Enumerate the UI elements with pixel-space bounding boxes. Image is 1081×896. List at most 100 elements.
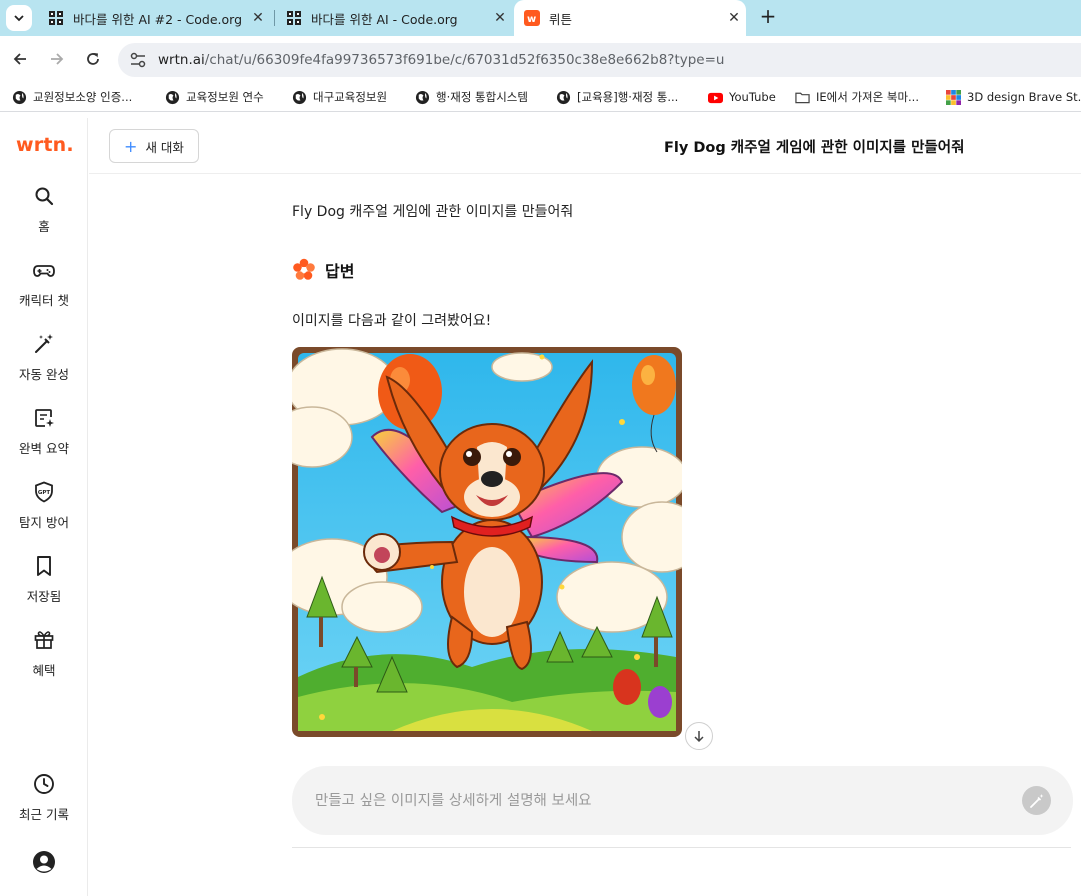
nav-item-benefits[interactable]: 혜택 bbox=[0, 628, 88, 692]
bookmark-label: 3D design Brave St... bbox=[967, 90, 1081, 104]
gift-icon bbox=[34, 631, 54, 649]
flying-dog-illustration bbox=[292, 347, 682, 737]
nav-label: 자동 완성 bbox=[19, 367, 69, 382]
wrtn-flower-icon bbox=[293, 258, 315, 280]
chat-header: + 새 대화 Fly Dog 캐주얼 게임에 관한 이미지를 만들어줘 bbox=[89, 118, 1081, 174]
generate-button[interactable] bbox=[1022, 786, 1051, 815]
browser-tab[interactable]: 바다를 위한 AI - Code.org ✕ bbox=[276, 0, 512, 36]
prompt-composer bbox=[292, 766, 1073, 835]
bookmark-item[interactable]: YouTube bbox=[708, 88, 776, 106]
close-tab-icon[interactable]: ✕ bbox=[488, 10, 512, 26]
new-chat-button[interactable]: + 새 대화 bbox=[109, 129, 199, 163]
arrow-down-icon bbox=[694, 731, 704, 743]
search-icon bbox=[35, 187, 54, 206]
close-tab-icon[interactable]: ✕ bbox=[246, 10, 270, 26]
bookmark-label: 교육정보원 연수 bbox=[186, 90, 264, 104]
tab-search-button[interactable] bbox=[6, 5, 32, 31]
nav-item-character-chat[interactable]: 캐릭터 챗 bbox=[0, 258, 88, 322]
nav-label: 혜택 bbox=[32, 663, 56, 678]
bookmark-label: [교육용]행·재정 통... bbox=[577, 90, 679, 104]
svg-text:GPT: GPT bbox=[38, 490, 51, 496]
folder-icon bbox=[795, 92, 810, 103]
nav-label: 캐릭터 챗 bbox=[19, 293, 69, 308]
globe-icon bbox=[415, 90, 430, 104]
bookmarks-bar: 교원정보소양 인증... 교육정보원 연수 대구교육정보원 행·재정 통합시스템… bbox=[0, 82, 1081, 112]
tab-title: 바다를 위한 AI #2 - Code.org bbox=[73, 11, 243, 27]
nav-item-home[interactable]: 홈 bbox=[0, 184, 88, 248]
nav-label: 저장됨 bbox=[26, 589, 62, 604]
youtube-icon bbox=[708, 92, 723, 103]
nav-item-detection-defense[interactable]: GPT 탐지 방어 bbox=[0, 480, 88, 544]
profile-button[interactable] bbox=[0, 850, 88, 880]
reload-icon bbox=[87, 53, 99, 65]
chevron-down-icon bbox=[14, 15, 24, 22]
globe-icon bbox=[165, 90, 180, 104]
magic-wand-icon bbox=[35, 334, 53, 353]
gpt-shield-icon: GPT bbox=[35, 481, 53, 503]
forward-button[interactable] bbox=[46, 48, 68, 70]
browser-tab-active[interactable]: w 뤼튼 ✕ bbox=[514, 0, 746, 36]
globe-icon bbox=[12, 90, 27, 104]
close-tab-icon[interactable]: ✕ bbox=[722, 10, 746, 26]
nav-item-recent[interactable]: 최근 기록 bbox=[0, 772, 88, 836]
bookmark-item[interactable]: IE에서 가져온 북마... bbox=[795, 88, 919, 106]
bookmark-label: 행·재정 통합시스템 bbox=[436, 90, 528, 104]
bookmark-label: YouTube bbox=[729, 90, 776, 104]
browser-tab-bar: 바다를 위한 AI #2 - Code.org ✕ 바다를 위한 AI - Co… bbox=[0, 0, 1081, 36]
tab-title: 뤼튼 bbox=[549, 11, 573, 27]
reload-button[interactable] bbox=[82, 48, 104, 70]
prompt-input[interactable] bbox=[315, 792, 995, 809]
app-sidebar: wrtn. 홈 캐릭터 챗 자동 완성 완벽 요약 GPT 탐지 방어 저장됨 … bbox=[0, 118, 88, 896]
browser-tab[interactable]: 바다를 위한 AI #2 - Code.org ✕ bbox=[38, 0, 270, 36]
nav-label: 홈 bbox=[38, 219, 50, 234]
user-avatar-icon bbox=[33, 851, 55, 873]
address-bar[interactable]: wrtn.ai/chat/u/66309fe4fa99736573f691be/… bbox=[118, 43, 1081, 77]
bookmark-item[interactable]: 교육정보원 연수 bbox=[165, 88, 264, 106]
nav-item-summary[interactable]: 완벽 요약 bbox=[0, 406, 88, 470]
wrtn-logo[interactable]: wrtn. bbox=[16, 134, 74, 156]
chat-title: Fly Dog 캐주얼 게임에 관한 이미지를 만들어줘 bbox=[664, 140, 965, 156]
nav-item-autocomplete[interactable]: 자동 완성 bbox=[0, 332, 88, 396]
url-text: wrtn.ai/chat/u/66309fe4fa99736573f691be/… bbox=[158, 52, 724, 68]
answer-header: 답변 bbox=[292, 257, 354, 283]
back-button[interactable] bbox=[9, 48, 31, 70]
code-org-icon bbox=[287, 11, 301, 25]
nav-label: 최근 기록 bbox=[19, 807, 69, 822]
bookmark-label: 교원정보소양 인증... bbox=[33, 90, 133, 104]
bookmark-item[interactable]: 3D design Brave St... bbox=[946, 88, 1081, 106]
user-message: Fly Dog 캐주얼 게임에 관한 이미지를 만들어줘 bbox=[292, 204, 574, 220]
bookmark-item[interactable]: 행·재정 통합시스템 bbox=[415, 88, 528, 106]
globe-icon bbox=[292, 90, 307, 104]
document-sparkle-icon bbox=[35, 409, 54, 427]
svg-text:w: w bbox=[527, 14, 536, 25]
nav-item-saved[interactable]: 저장됨 bbox=[0, 554, 88, 618]
new-tab-button[interactable]: + bbox=[756, 5, 780, 29]
tinkercad-icon bbox=[946, 89, 961, 105]
assistant-reply: 이미지를 다음과 같이 그려봤어요! bbox=[292, 313, 492, 329]
nav-label: 완벽 요약 bbox=[19, 441, 69, 456]
browser-toolbar: wrtn.ai/chat/u/66309fe4fa99736573f691be/… bbox=[0, 36, 1081, 82]
download-image-button[interactable] bbox=[685, 722, 713, 750]
new-chat-label: 새 대화 bbox=[145, 139, 184, 155]
bookmark-icon bbox=[37, 556, 51, 576]
magic-wand-icon bbox=[1029, 793, 1043, 808]
clock-icon bbox=[34, 774, 54, 794]
code-org-icon bbox=[49, 11, 63, 25]
wrtn-icon: w bbox=[524, 10, 540, 26]
arrow-right-icon bbox=[51, 53, 64, 65]
plus-icon: + bbox=[124, 136, 138, 156]
bookmark-item[interactable]: 대구교육정보원 bbox=[292, 88, 387, 106]
bookmark-item[interactable]: [교육용]행·재정 통... bbox=[556, 88, 678, 106]
arrow-left-icon bbox=[13, 53, 26, 65]
globe-icon bbox=[556, 90, 571, 104]
generated-image[interactable] bbox=[292, 347, 682, 737]
site-info-icon[interactable] bbox=[128, 50, 148, 70]
bookmark-label: 대구교육정보원 bbox=[313, 90, 388, 104]
bookmark-item[interactable]: 교원정보소양 인증... bbox=[12, 88, 132, 106]
url-host: wrtn.ai bbox=[158, 52, 205, 68]
tab-divider bbox=[274, 10, 275, 26]
nav-label: 탐지 방어 bbox=[19, 515, 69, 530]
bookmark-label: IE에서 가져온 북마... bbox=[816, 90, 919, 104]
tab-title: 바다를 위한 AI - Code.org bbox=[311, 11, 458, 27]
answer-label: 답변 bbox=[325, 262, 355, 281]
